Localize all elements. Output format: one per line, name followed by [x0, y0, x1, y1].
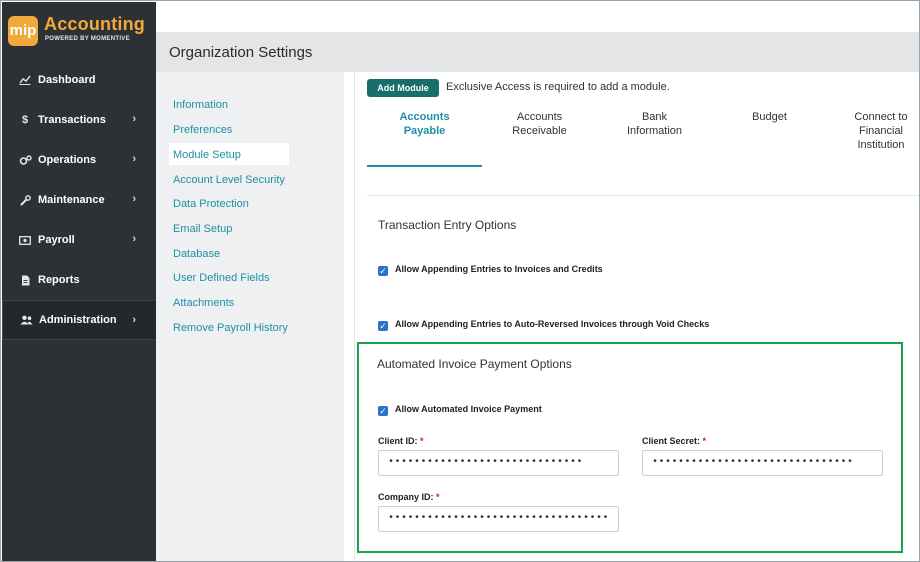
submenu-item-attachments[interactable]: Attachments: [173, 297, 234, 309]
submenu-item-remove-payroll-history[interactable]: Remove Payroll History: [173, 322, 288, 334]
sidebar-item-dashboard[interactable]: Dashboard: [2, 60, 156, 100]
sidebar-item-label: Payroll: [38, 234, 75, 246]
tab-label-line: Bank: [641, 111, 668, 123]
company-id-input[interactable]: ••••••••••••••••••••••••••••••••••: [378, 506, 619, 532]
submenu-item-email-setup[interactable]: Email Setup: [173, 223, 232, 235]
chevron-right-icon: ›: [132, 153, 136, 165]
automated-invoice-payment-section: Automated Invoice Payment Options ✓ Allo…: [357, 342, 903, 553]
tab-accounts-receivable[interactable]: Accounts Receivable: [497, 110, 582, 138]
tab-label-line: Connect to: [854, 111, 908, 123]
submenu-item-module-setup[interactable]: Module Setup: [173, 149, 241, 161]
sidebar-item-transactions[interactable]: $ Transactions ›: [2, 100, 156, 140]
sidebar-item-reports[interactable]: Reports: [2, 260, 156, 300]
append-entries-void-checks-label: Allow Appending Entries to Auto-Reversed…: [395, 319, 710, 329]
top-band: [156, 2, 919, 32]
checkmark-icon: ✓: [379, 321, 387, 331]
append-entries-void-checks-checkbox[interactable]: ✓: [378, 321, 388, 331]
allow-automated-payment-checkbox[interactable]: ✓: [378, 406, 388, 416]
sidebar-item-label: Maintenance: [38, 194, 105, 206]
sidebar-item-payroll[interactable]: Payroll ›: [2, 220, 156, 260]
client-id-input[interactable]: ••••••••••••••••••••••••••••••: [378, 450, 619, 476]
checkmark-icon: ✓: [379, 406, 387, 416]
tab-budget[interactable]: Budget: [727, 110, 812, 124]
chevron-right-icon: ›: [132, 193, 136, 205]
tab-label-line: Financial: [858, 125, 904, 137]
tab-label-line: Institution: [857, 139, 905, 151]
sidebar-item-administration[interactable]: Administration ›: [2, 300, 156, 340]
page-header: Organization Settings: [156, 32, 919, 72]
active-tab-indicator: [367, 165, 482, 167]
app-window: mip Accounting POWERED BY MOMENTIVE Dash…: [0, 0, 920, 562]
client-secret-input[interactable]: •••••••••••••••••••••••••••••••: [642, 450, 883, 476]
tab-label-line: Accounts: [399, 111, 450, 123]
submenu-item-data-protection[interactable]: Data Protection: [173, 198, 249, 210]
submenu-item-account-level-security[interactable]: Account Level Security: [173, 174, 285, 186]
client-id-label: Client ID: *: [378, 436, 424, 446]
settings-submenu: Information Preferences Module Setup Acc…: [156, 72, 344, 561]
append-entries-invoices-checkbox[interactable]: ✓: [378, 266, 388, 276]
allow-automated-payment-label: Allow Automated Invoice Payment: [395, 404, 542, 414]
chevron-right-icon: ›: [132, 113, 136, 125]
tab-label-line: Receivable: [512, 125, 567, 137]
checkmark-icon: ✓: [379, 266, 387, 276]
submenu-item-user-defined-fields[interactable]: User Defined Fields: [173, 272, 270, 284]
sidebar-item-label: Reports: [38, 274, 80, 286]
tab-accounts-payable[interactable]: Accounts Payable: [382, 110, 467, 138]
automated-invoice-payment-title: Automated Invoice Payment Options: [377, 357, 572, 371]
sidebar-item-label: Operations: [38, 154, 97, 166]
document-icon: [18, 275, 32, 286]
tab-label-line: Accounts: [516, 111, 563, 123]
wrench-icon: [18, 194, 32, 206]
sidebar: mip Accounting POWERED BY MOMENTIVE Dash…: [2, 2, 156, 561]
sidebar-item-label: Transactions: [38, 114, 106, 126]
app-logo[interactable]: mip Accounting POWERED BY MOMENTIVE: [8, 14, 148, 50]
required-mark: *: [420, 436, 424, 446]
tab-label-line: Budget: [752, 111, 787, 123]
logo-title: Accounting: [44, 14, 145, 34]
tab-connect-to-financial-institution[interactable]: Connect to Financial Institution: [841, 110, 919, 152]
users-icon: [19, 315, 33, 325]
company-id-label: Company ID: *: [378, 492, 440, 502]
submenu-item-database[interactable]: Database: [173, 248, 220, 260]
client-secret-label: Client Secret: *: [642, 436, 706, 446]
client-id-label-text: Client ID:: [378, 436, 418, 446]
sidebar-item-label: Dashboard: [38, 74, 96, 86]
sidebar-item-maintenance[interactable]: Maintenance ›: [2, 180, 156, 220]
money-bill-icon: [18, 235, 32, 245]
chart-line-icon: [18, 75, 32, 85]
submenu-item-information[interactable]: Information: [173, 99, 228, 111]
logo-badge: mip: [8, 16, 38, 46]
tab-label-line: Information: [626, 125, 683, 137]
tab-bank-information[interactable]: Bank Information: [612, 110, 697, 138]
sidebar-nav: Dashboard $ Transactions › Operations › …: [2, 60, 156, 340]
required-mark: *: [436, 492, 440, 502]
required-mark: *: [702, 436, 707, 446]
chevron-right-icon: ›: [132, 233, 136, 245]
gears-icon: [18, 154, 32, 166]
submenu-item-preferences[interactable]: Preferences: [173, 124, 232, 136]
client-secret-label-text: Client Secret:: [642, 436, 701, 446]
dollar-icon: $: [21, 114, 29, 126]
sidebar-item-label: Administration: [39, 314, 117, 326]
add-module-note: Exclusive Access is required to add a mo…: [446, 81, 670, 93]
chevron-right-icon: ›: [132, 314, 136, 326]
append-entries-invoices-label: Allow Appending Entries to Invoices and …: [395, 264, 603, 274]
add-module-button[interactable]: Add Module: [367, 79, 439, 97]
company-id-label-text: Company ID:: [378, 492, 434, 502]
tab-label-line: Payable: [403, 125, 446, 137]
transaction-entry-options-title: Transaction Entry Options: [378, 218, 517, 232]
page-title: Organization Settings: [169, 44, 313, 61]
logo-subtitle: POWERED BY MOMENTIVE: [45, 36, 130, 42]
sidebar-item-operations[interactable]: Operations ›: [2, 140, 156, 180]
tabs-divider: [367, 195, 919, 196]
